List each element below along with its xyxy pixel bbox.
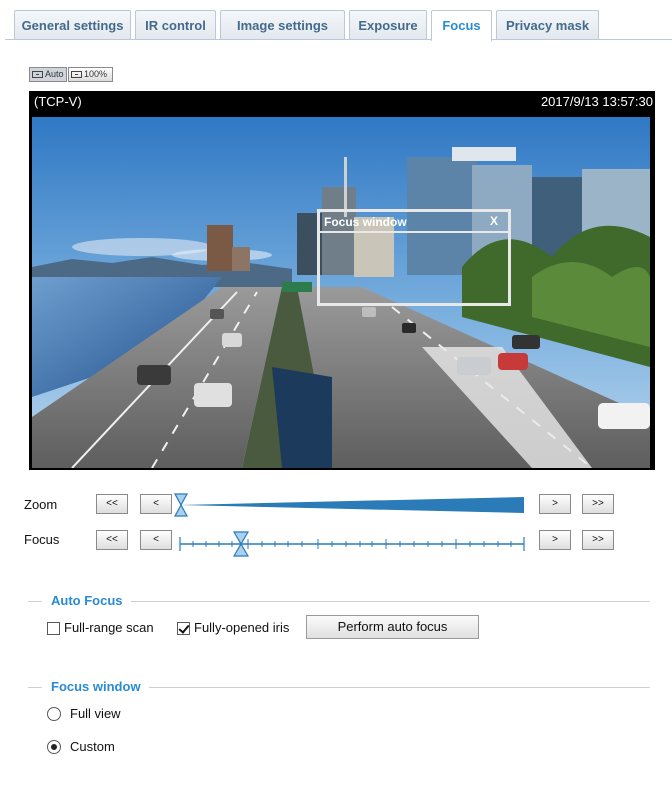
perform-auto-focus-button[interactable]: Perform auto focus xyxy=(306,615,479,639)
actual-size-icon xyxy=(71,71,82,78)
zoom-far-back-button[interactable]: << xyxy=(96,494,128,514)
focus-far-forward-button[interactable]: >> xyxy=(582,530,614,550)
stream-mode: (TCP-V) xyxy=(34,94,82,109)
auto-focus-legend: Auto Focus xyxy=(42,593,131,608)
close-icon[interactable]: X xyxy=(490,214,498,228)
focus-window-overlay[interactable]: Focus window X xyxy=(317,209,511,306)
custom-radio[interactable] xyxy=(47,740,61,754)
focus-back-button[interactable]: < xyxy=(140,530,172,550)
focus-window-legend: Focus window xyxy=(42,679,149,694)
view-auto-label: Auto xyxy=(45,69,64,79)
fully-opened-iris-label: Fully-opened iris xyxy=(194,620,290,635)
tab-image-settings[interactable]: Image settings xyxy=(220,10,345,40)
view-auto-button[interactable]: Auto xyxy=(29,67,67,82)
custom-label: Custom xyxy=(70,739,115,754)
full-view-radio[interactable] xyxy=(47,707,61,721)
view-100-label: 100% xyxy=(84,69,108,79)
live-view: (TCP-V) 2017/9/13 13:57:30 Focus window … xyxy=(29,91,655,470)
focus-slider[interactable] xyxy=(172,527,532,559)
focus-label: Focus xyxy=(24,532,60,547)
focus-forward-button[interactable]: > xyxy=(539,530,571,550)
video-timestamp: 2017/9/13 13:57:30 xyxy=(540,94,653,109)
tab-exposure[interactable]: Exposure xyxy=(349,10,427,40)
fit-window-icon xyxy=(32,71,43,78)
zoom-back-button[interactable]: < xyxy=(140,494,172,514)
full-range-scan-label: Full-range scan xyxy=(64,620,154,635)
zoom-track xyxy=(180,497,524,513)
tab-divider xyxy=(5,39,672,40)
full-range-scan-checkbox[interactable] xyxy=(47,622,60,635)
tab-general-settings[interactable]: General settings xyxy=(14,10,131,40)
zoom-forward-button[interactable]: > xyxy=(539,494,571,514)
focus-far-back-button[interactable]: << xyxy=(96,530,128,550)
fully-opened-iris-checkbox[interactable] xyxy=(177,622,190,635)
zoom-slider[interactable] xyxy=(172,490,532,520)
zoom-label: Zoom xyxy=(24,497,58,512)
tab-focus[interactable]: Focus xyxy=(431,10,492,41)
focus-window-title: Focus window xyxy=(324,215,407,229)
focus-window-titlebar[interactable]: Focus window X xyxy=(320,212,508,233)
camera-image[interactable]: Focus window X xyxy=(32,117,650,468)
tab-ir-control[interactable]: IR control xyxy=(135,10,216,40)
video-caption-bar: (TCP-V) 2017/9/13 13:57:30 xyxy=(29,91,655,113)
view-100-button[interactable]: 100% xyxy=(68,67,113,82)
full-view-label: Full view xyxy=(70,706,121,721)
tab-privacy-mask[interactable]: Privacy mask xyxy=(496,10,599,40)
zoom-far-forward-button[interactable]: >> xyxy=(582,494,614,514)
